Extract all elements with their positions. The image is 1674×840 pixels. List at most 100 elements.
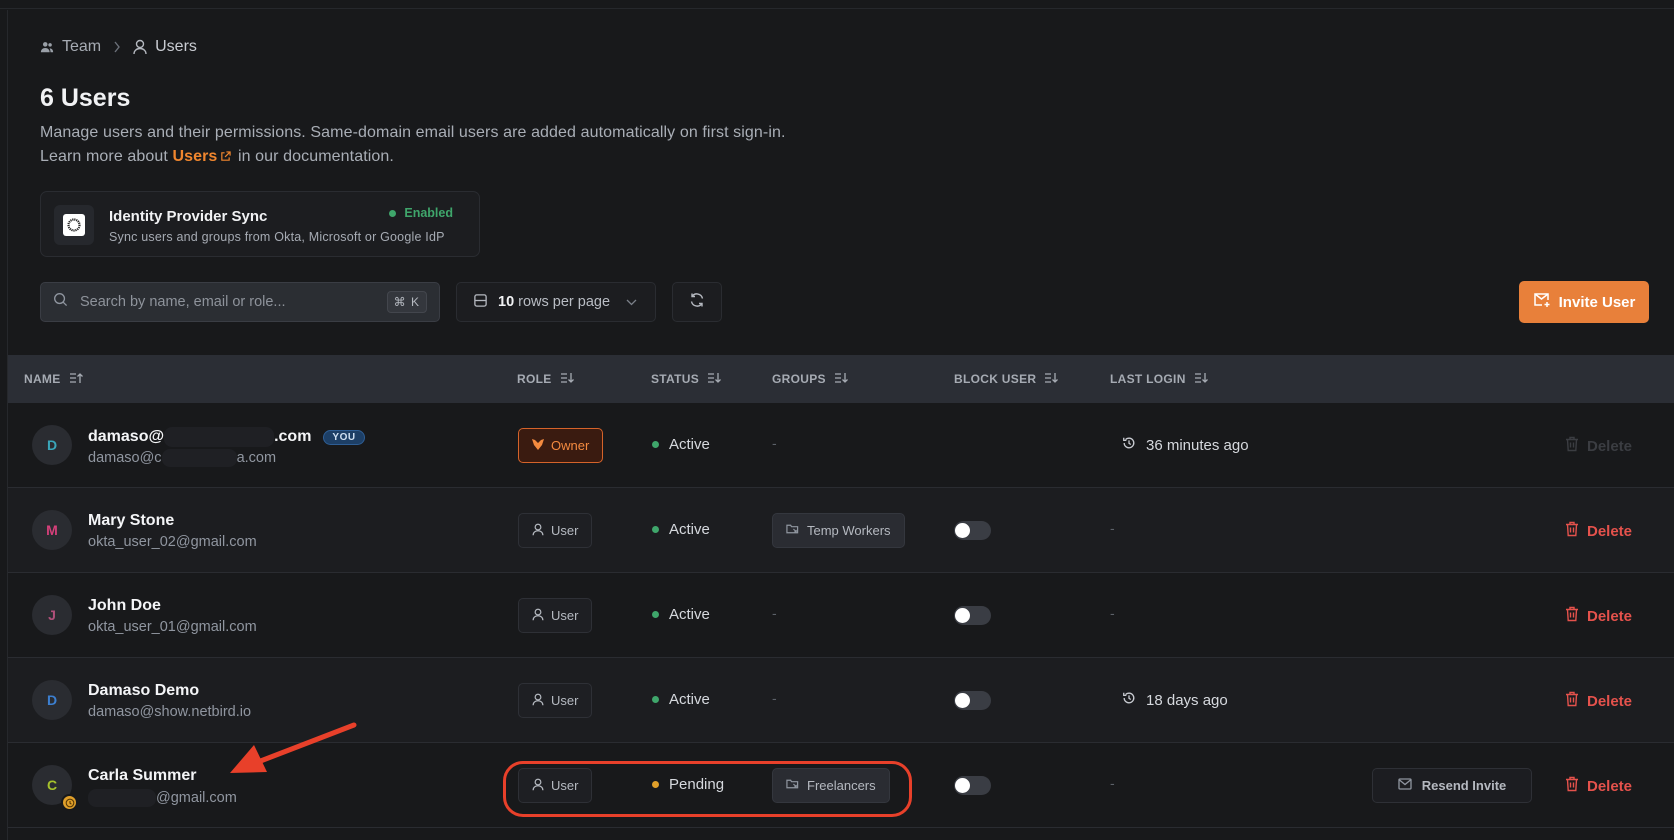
rows-per-page-value: 10 [498,294,515,310]
table-row[interactable]: J John Doe okta_user_01@gmail.com User A… [8,573,1674,658]
external-link-icon [220,146,232,170]
description-prefix: Learn more about [40,148,168,165]
user-icon [133,39,147,55]
mail-icon [1398,778,1412,793]
role-badge[interactable]: User [518,768,593,803]
avatar: C [32,765,78,811]
breadcrumb-team-link[interactable]: Team [62,38,101,56]
groups-empty: - [772,605,777,621]
sort-descending-icon [1194,372,1208,387]
description-suffix: in our documentation. [237,148,394,165]
resend-invite-button[interactable]: Resend Invite [1372,768,1532,803]
table-row[interactable]: D damaso@ .com YOU damaso@c a.com Owner Ac… [8,403,1674,488]
delete-button[interactable]: Delete [1565,606,1632,626]
search-field[interactable]: ⌘ K [40,282,440,322]
invite-user-button[interactable]: Invite User [1519,281,1649,323]
column-header-name[interactable]: NAME [24,355,83,403]
status-indicator: Active [652,436,710,453]
block-user-toggle[interactable] [954,521,991,540]
delete-button: Delete [1565,436,1632,456]
groups-empty: - [772,690,777,706]
avatar: D [32,680,72,720]
sort-descending-icon [707,372,721,387]
you-badge: YOU [323,429,365,445]
group-badge[interactable]: Temp Workers [772,513,905,548]
trash-icon [1565,776,1579,796]
table-row[interactable]: C Carla Summer @gmail.com User Pending F… [8,743,1674,828]
user-email: @gmail.com [88,789,237,807]
last-login-empty: - [1110,605,1115,621]
idp-status-badge: Enabled [389,206,453,220]
rows-per-page-label: rows per page [518,294,611,310]
redacted-text [164,427,275,447]
delete-button[interactable]: Delete [1565,776,1632,796]
rows-per-page-select[interactable]: 10 rows per page [456,282,656,322]
sort-descending-icon [834,372,848,387]
idp-subtitle: Sync users and groups from Okta, Microso… [109,230,445,244]
user-icon [532,778,544,794]
idp-status-text: Enabled [404,206,453,220]
status-indicator: Active [652,606,710,623]
group-badge[interactable]: Freelancers [772,768,890,803]
sort-descending-icon [1044,372,1059,387]
groups-empty: - [772,435,777,451]
block-user-toggle[interactable] [954,691,991,710]
user-icon [532,693,544,709]
status-indicator: Pending [652,776,724,793]
page-description: Manage users and their permissions. Same… [40,121,786,170]
refresh-icon [689,292,705,313]
user-name: John Doe [88,597,161,614]
user-email: damaso@show.netbird.io [88,704,252,720]
block-user-toggle[interactable] [954,606,991,625]
delete-button[interactable]: Delete [1565,521,1632,541]
role-badge[interactable]: User [518,683,593,718]
idp-logo [54,205,94,245]
okta-logo-icon [67,218,81,232]
last-login: 18 days ago [1122,691,1228,709]
role-badge[interactable]: User [518,513,593,548]
pending-clock-icon [61,794,78,811]
last-login-empty: - [1110,520,1115,536]
users-docs-link[interactable]: Users [172,148,233,165]
mail-plus-icon [1533,292,1551,312]
chevron-down-icon [626,294,637,310]
user-name: Damaso Demo [88,682,200,699]
column-header-block-user[interactable]: BLOCK USER [954,355,1059,403]
user-icon [532,608,544,624]
sort-descending-icon [560,372,574,387]
team-icon [40,40,54,54]
identity-provider-sync-card[interactable]: Identity Provider Sync Sync users and gr… [40,191,480,257]
avatar: J [32,595,72,635]
column-header-role[interactable]: ROLE [517,355,574,403]
column-header-last-login[interactable]: LAST LOGIN [1110,355,1208,403]
delete-button[interactable]: Delete [1565,691,1632,711]
user-icon [532,523,544,539]
block-user-toggle[interactable] [954,776,991,795]
user-email: okta_user_02@gmail.com [88,534,257,550]
avatar: D [32,425,72,465]
last-login: 36 minutes ago [1122,436,1249,454]
status-indicator: Active [652,691,710,708]
page-title: 6 Users [40,84,131,112]
search-input[interactable] [80,294,387,310]
column-header-groups[interactable]: GROUPS [772,355,848,403]
table-row[interactable]: D Damaso Demo damaso@show.netbird.io Use… [8,658,1674,743]
trash-icon [1565,521,1579,541]
idp-title: Identity Provider Sync [109,208,268,225]
table-row[interactable]: M Mary Stone okta_user_02@gmail.com User… [8,488,1674,573]
user-name: damaso@ .com YOU [88,427,365,447]
role-badge[interactable]: User [518,598,593,633]
folder-group-icon [786,778,799,793]
column-header-status[interactable]: STATUS [651,355,721,403]
owner-icon [532,438,544,453]
chevron-right-icon [113,41,121,53]
trash-icon [1565,606,1579,626]
redacted-text [161,449,237,467]
table-header: NAME ROLE STATUS GROUPS BLOCK USER LAST … [8,355,1674,403]
avatar: M [32,510,72,550]
role-badge[interactable]: Owner [518,428,604,463]
breadcrumb: Team Users [40,36,197,58]
refresh-button[interactable] [672,282,722,322]
sort-ascending-icon [69,372,83,387]
redacted-text [88,789,156,807]
